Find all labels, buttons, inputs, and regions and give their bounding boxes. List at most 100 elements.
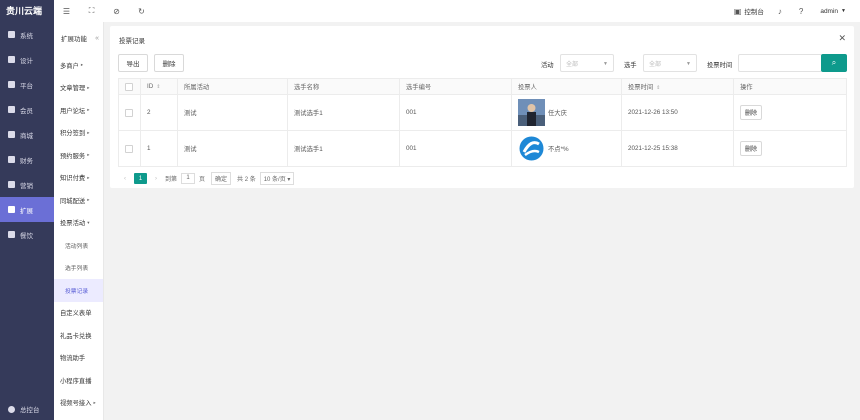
panel-title: 投票记录: [119, 38, 145, 45]
voter-name: 不点*%: [548, 146, 569, 153]
subbar-item-live[interactable]: 小程序直播: [54, 369, 103, 392]
goto-page-input[interactable]: 1: [181, 173, 196, 184]
subbar-item-paid-knowledge[interactable]: 知识付费 ▸: [54, 167, 103, 190]
row-time: 2021-12-25 15:38: [621, 130, 734, 167]
primary-sidebar: 贵川云端 系统 设计 平台 会员 商城 财务 营销 扩展 餐饮 总控台: [0, 0, 54, 420]
settings-icon: [8, 405, 15, 413]
subbar-item-delivery[interactable]: 同城配送 ▸: [54, 189, 103, 212]
sidebar-item-console[interactable]: 总控台: [0, 404, 54, 414]
vote-records-panel: 投票记录 ✕ 导出 删除 活动 全部 ▼ 选手 全部 ▼ 投票时间 ⌕ ID ⇕ 所属…: [110, 26, 854, 188]
subbar-item-custom-form[interactable]: 自定义表单: [54, 302, 103, 325]
sidebar-item-label: 系统: [20, 32, 33, 40]
help-icon: ?: [798, 6, 804, 16]
subbar-item-label: 预约服务: [60, 152, 86, 160]
console-link[interactable]: ▣ 控制台: [734, 6, 764, 17]
column-header-time[interactable]: 投票时间 ⇕: [621, 78, 734, 95]
row-time: 2021-12-26 13:50: [621, 94, 734, 131]
player-select[interactable]: 全部 ▼: [643, 54, 697, 72]
vote-time-input[interactable]: [738, 54, 822, 72]
prev-page-icon[interactable]: ‹: [124, 176, 126, 182]
row-delete-button[interactable]: 删除: [740, 105, 763, 120]
row-action-cell: 删除: [733, 130, 847, 167]
column-header-voter: 投票人: [511, 78, 622, 95]
sidebar-item-members[interactable]: 会员: [0, 97, 54, 122]
subbar-item-label: 礼品卡兑换: [60, 332, 92, 340]
sidebar-item-design[interactable]: 设计: [0, 47, 54, 72]
notification-bell[interactable]: ♪: [778, 7, 785, 16]
menu-toggle-icon[interactable]: ☰: [54, 7, 79, 16]
sidebar-item-system[interactable]: 系统: [0, 22, 54, 47]
column-header-id[interactable]: ID ⇕: [140, 78, 178, 95]
close-icon[interactable]: ✕: [838, 33, 846, 44]
sidebar-item-label: 餐饮: [20, 232, 33, 240]
goto-label: 到第: [165, 177, 178, 183]
subbar-item-label: 文章管理: [60, 85, 86, 93]
link-icon[interactable]: ⊘: [104, 7, 129, 16]
subbar-item-checkin[interactable]: 积分签到 ▸: [54, 122, 103, 145]
help-button[interactable]: ?: [799, 7, 806, 16]
row-action-cell: 删除: [733, 94, 847, 131]
row-checkbox[interactable]: [125, 144, 133, 153]
subbar-item-label: 自定义表单: [60, 310, 92, 318]
row-checkbox[interactable]: [125, 108, 133, 117]
subbar-item-multi-merchant[interactable]: 多商户 ▸: [54, 54, 103, 77]
subbar-item-forum[interactable]: 用户论坛 ▸: [54, 99, 103, 122]
subbar-child-player-list[interactable]: 选手列表: [54, 257, 103, 280]
sidebar-item-mall[interactable]: 商城: [0, 122, 54, 147]
user-name: admin: [820, 7, 839, 15]
subbar-item-label: 投票活动: [60, 220, 86, 228]
subbar-child-activity-list[interactable]: 活动列表: [54, 234, 103, 257]
subbar-item-channels[interactable]: 视频号接入 ▸: [54, 392, 103, 415]
row-activity: 测试: [177, 130, 288, 167]
row-delete-button[interactable]: 删除: [740, 141, 763, 156]
brand-logo: 贵川云端: [6, 6, 43, 16]
page-size-select[interactable]: 10 条/页 ▾: [259, 172, 295, 185]
row-select-cell: [118, 130, 141, 167]
column-header-action: 操作: [733, 78, 847, 95]
export-button[interactable]: 导出: [118, 54, 148, 72]
subbar-item-voting[interactable]: 投票活动 ▾: [54, 212, 103, 235]
search-button[interactable]: ⌕: [821, 54, 847, 72]
search-icon: ⌕: [831, 58, 837, 67]
sidebar-item-label: 商城: [20, 132, 33, 140]
subbar-item-label: 用户论坛: [60, 107, 86, 115]
sidebar-item-label: 财务: [20, 157, 33, 165]
activity-select[interactable]: 全部 ▼: [560, 54, 614, 72]
table-header-row: ID ⇕ 所属活动 选手名称 选手编号 投票人 投票时间 ⇕ 操作: [118, 78, 847, 95]
subbar-item-booking[interactable]: 预约服务 ▸: [54, 144, 103, 167]
row-voter-cell: 任大庆: [511, 94, 622, 131]
chevron-right-icon: ▸: [87, 152, 90, 158]
chevron-right-icon: ▸: [87, 107, 90, 113]
sort-icon[interactable]: ⇕: [656, 85, 660, 91]
current-page[interactable]: 1: [134, 173, 147, 184]
fullscreen-icon[interactable]: ⛶: [79, 6, 104, 16]
sidebar-item-finance[interactable]: 财务: [0, 147, 54, 172]
select-all-checkbox[interactable]: [125, 82, 133, 91]
row-activity: 测试: [177, 94, 288, 131]
refresh-icon[interactable]: ↻: [129, 7, 154, 16]
subbar-child-vote-records[interactable]: 投票记录: [54, 279, 103, 302]
chevron-down-icon: ▼: [603, 61, 608, 67]
sidebar-item-extension[interactable]: 扩展: [0, 197, 54, 222]
subbar-item-articles[interactable]: 文章管理 ▸: [54, 77, 103, 100]
user-menu[interactable]: admin ▼: [820, 8, 846, 15]
subbar-item-label: 多商户: [60, 62, 79, 70]
sidebar-item-platform[interactable]: 平台: [0, 72, 54, 97]
chevron-right-icon: ▸: [80, 62, 84, 68]
palette-icon: [8, 56, 15, 63]
goto-confirm-button[interactable]: 确定: [211, 172, 232, 185]
delete-button[interactable]: 删除: [154, 54, 184, 72]
collapse-icon[interactable]: «: [95, 35, 99, 42]
chevron-right-icon: ▸: [87, 84, 90, 90]
time-filter-label: 投票时间: [707, 62, 733, 69]
sidebar-item-catering[interactable]: 餐饮: [0, 222, 54, 247]
sort-icon[interactable]: ⇕: [156, 84, 160, 90]
dish-icon: [8, 231, 15, 238]
sidebar-item-marketing[interactable]: 营销: [0, 172, 54, 197]
secondary-sidebar: 扩展功能 « 多商户 ▸ 文章管理 ▸ 用户论坛 ▸ 积分签到 ▸ 预约服务 ▸ 知识付费 ▸…: [54, 22, 104, 420]
subbar-item-logistics[interactable]: 物流助手: [54, 347, 103, 370]
subbar-item-label: 积分签到: [60, 130, 86, 138]
player-filter-label: 选手: [624, 62, 637, 69]
subbar-item-gift-card[interactable]: 礼品卡兑换: [54, 324, 103, 347]
next-page-icon[interactable]: ›: [155, 176, 157, 182]
